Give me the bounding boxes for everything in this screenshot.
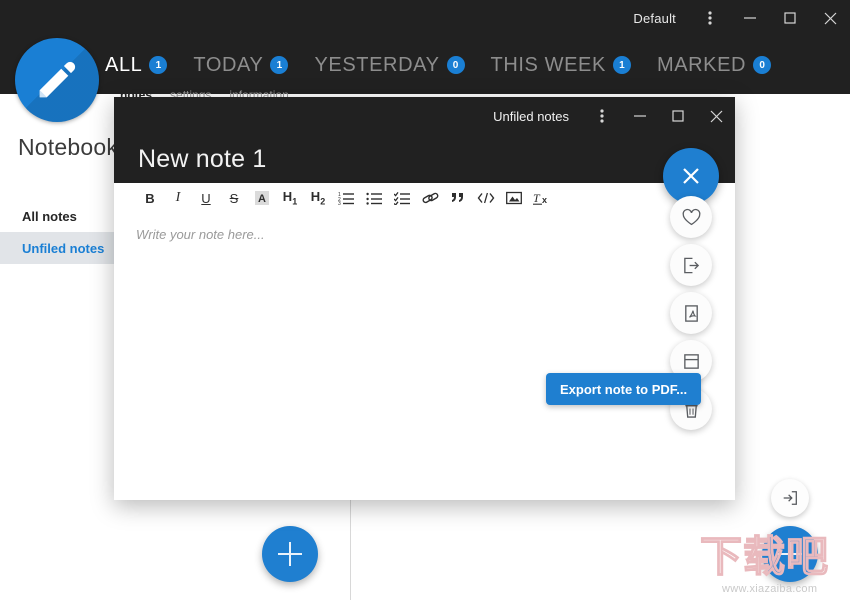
kebab-menu-icon[interactable] bbox=[690, 0, 730, 36]
nav-badge-this-week: 1 bbox=[613, 56, 631, 74]
sidebar-label-all-notes: All notes bbox=[22, 209, 77, 224]
heading-2-icon[interactable]: H2 bbox=[304, 185, 332, 211]
export-note-button[interactable] bbox=[670, 244, 712, 286]
ordered-list-icon[interactable]: 1 2 3 bbox=[332, 185, 360, 211]
nav-badge-today: 1 bbox=[270, 56, 288, 74]
checklist-icon[interactable] bbox=[388, 185, 416, 211]
h1-glyph: H1 bbox=[283, 190, 297, 207]
app-logo-pencil-icon bbox=[15, 38, 99, 122]
bold-icon[interactable]: B bbox=[136, 185, 164, 211]
nav-badge-all: 1 bbox=[149, 56, 167, 74]
nav-label-today: TODAY bbox=[193, 54, 263, 77]
sidebar-label-unfiled-notes: Unfiled notes bbox=[22, 241, 104, 256]
nav-label-this-week: THIS WEEK bbox=[491, 54, 606, 77]
profile-label: Default bbox=[633, 11, 676, 26]
strikethrough-icon[interactable]: S bbox=[220, 185, 248, 211]
blockquote-icon[interactable] bbox=[444, 185, 472, 211]
italic-glyph: I bbox=[176, 191, 181, 205]
underline-glyph: U bbox=[201, 192, 210, 205]
nav-label-all: ALL bbox=[105, 54, 142, 77]
editor-toolbar: B I U S A H1 H2 1 2 3 bbox=[114, 183, 735, 213]
nav-item-this-week[interactable]: THIS WEEK 1 bbox=[491, 54, 631, 77]
maximize-icon[interactable] bbox=[770, 0, 810, 36]
heading-1-icon[interactable]: H1 bbox=[276, 185, 304, 211]
close-icon[interactable] bbox=[810, 0, 850, 36]
note-window-titlebar: Unfiled notes bbox=[114, 97, 735, 135]
svg-text:3: 3 bbox=[338, 201, 341, 205]
minimize-icon[interactable] bbox=[730, 0, 770, 36]
underline-icon[interactable]: U bbox=[192, 185, 220, 211]
image-icon[interactable] bbox=[500, 185, 528, 211]
note-editor-window: Unfiled notes B I U S A H1 H2 bbox=[114, 97, 735, 500]
panel-divider bbox=[350, 495, 351, 600]
note-title-input[interactable] bbox=[136, 144, 600, 175]
nav-item-all[interactable]: ALL 1 bbox=[105, 54, 167, 77]
highlight-icon[interactable]: A bbox=[248, 185, 276, 211]
nav-label-yesterday: YESTERDAY bbox=[314, 54, 439, 77]
favorite-note-button[interactable] bbox=[670, 196, 712, 238]
note-window-title: Unfiled notes bbox=[493, 109, 569, 124]
note-kebab-menu-icon[interactable] bbox=[583, 97, 621, 135]
new-notebook-button[interactable] bbox=[762, 526, 818, 582]
note-maximize-icon[interactable] bbox=[659, 97, 697, 135]
svg-text:T: T bbox=[533, 191, 541, 205]
plus-icon bbox=[278, 542, 302, 566]
nav-item-today[interactable]: TODAY 1 bbox=[193, 54, 288, 77]
svg-text:x: x bbox=[542, 195, 547, 205]
svg-text:A: A bbox=[258, 193, 266, 205]
bold-glyph: B bbox=[145, 192, 154, 205]
note-body-editor[interactable]: Write your note here... bbox=[114, 213, 735, 256]
attachment-icon[interactable] bbox=[416, 185, 444, 211]
note-close-icon[interactable] bbox=[697, 97, 735, 135]
import-note-button[interactable] bbox=[771, 479, 809, 517]
h2-glyph: H2 bbox=[311, 190, 325, 207]
new-note-button[interactable] bbox=[262, 526, 318, 582]
bullet-list-icon[interactable] bbox=[360, 185, 388, 211]
clear-format-icon[interactable]: T x bbox=[528, 185, 556, 211]
window-titlebar: Default bbox=[0, 0, 850, 36]
plus-icon bbox=[778, 542, 802, 566]
filter-navbar: ALL 1 TODAY 1 YESTERDAY 0 THIS WEEK 1 MA… bbox=[0, 36, 850, 94]
code-icon[interactable] bbox=[472, 185, 500, 211]
note-minimize-icon[interactable] bbox=[621, 97, 659, 135]
export-pdf-tooltip: Export note to PDF... bbox=[546, 373, 701, 405]
nav-label-marked: MARKED bbox=[657, 54, 746, 77]
notebook-heading: Notebook bbox=[18, 134, 118, 161]
strikethrough-glyph: S bbox=[230, 192, 239, 205]
nav-badge-marked: 0 bbox=[753, 56, 771, 74]
nav-item-marked[interactable]: MARKED 0 bbox=[657, 54, 771, 77]
export-pdf-button[interactable] bbox=[670, 292, 712, 334]
note-body-placeholder: Write your note here... bbox=[136, 227, 265, 242]
watermark-url: www.xiazaiba.com bbox=[722, 583, 817, 595]
nav-badge-yesterday: 0 bbox=[447, 56, 465, 74]
italic-icon[interactable]: I bbox=[164, 185, 192, 211]
note-title-bar bbox=[114, 135, 735, 183]
nav-item-yesterday[interactable]: YESTERDAY 0 bbox=[314, 54, 464, 77]
